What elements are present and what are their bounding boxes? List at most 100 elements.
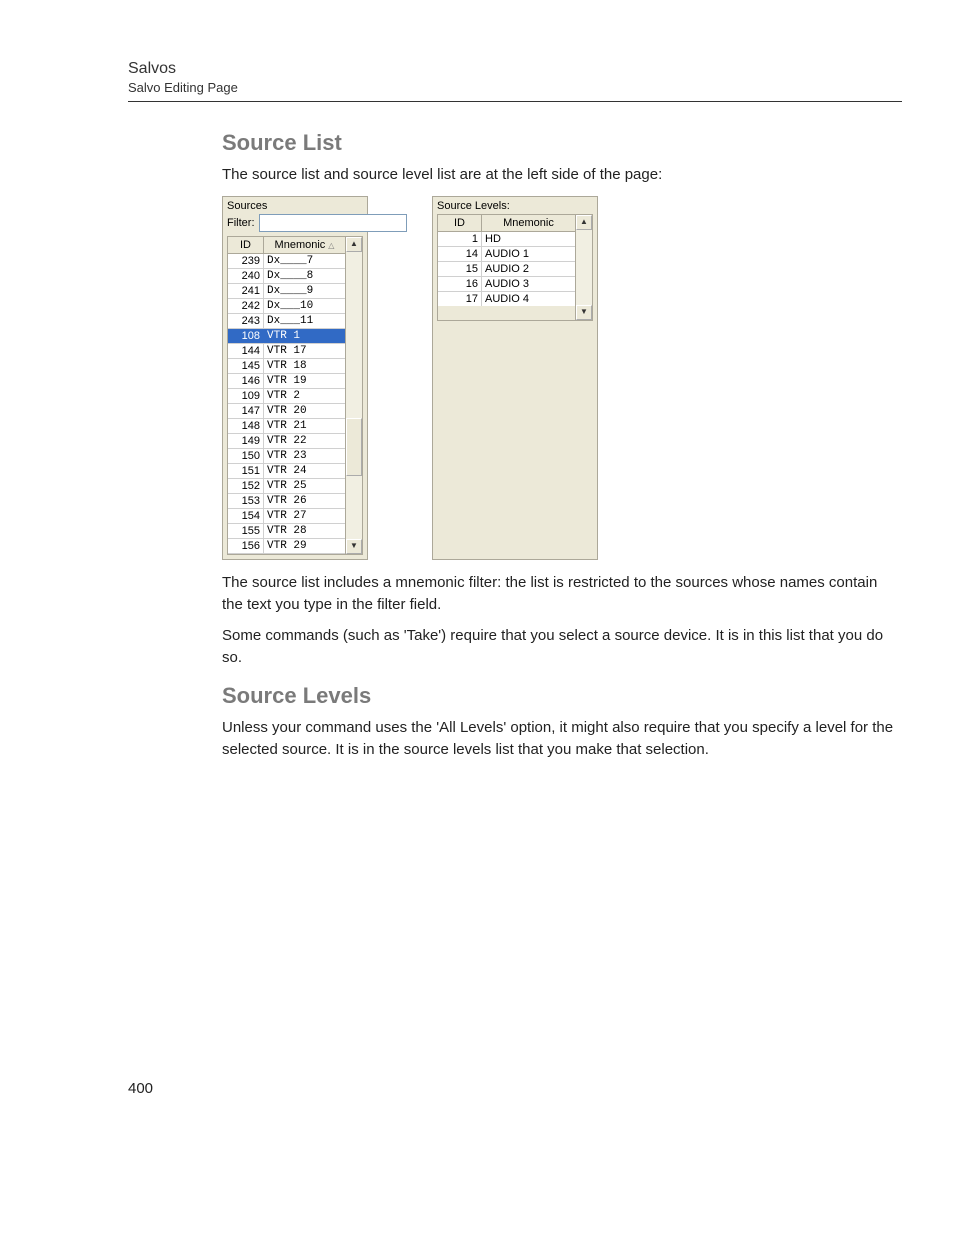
levels-col-mnemonic[interactable]: Mnemonic (482, 215, 575, 232)
table-row[interactable]: 154VTR 27 (228, 509, 345, 524)
table-row[interactable]: 152VTR 25 (228, 479, 345, 494)
table-row[interactable]: 242Dx___10 (228, 299, 345, 314)
levels-col-id[interactable]: ID (438, 215, 482, 232)
source-levels-panel: Source Levels: ID Mnemonic 1HD14AUDIO 11… (432, 196, 598, 560)
table-row[interactable]: 239Dx____7 (228, 254, 345, 269)
cell-id: 16 (438, 277, 482, 291)
cell-id: 243 (228, 314, 264, 328)
cell-mnemonic: VTR 20 (264, 404, 345, 418)
page-number: 400 (128, 1080, 902, 1097)
cell-mnemonic: Dx____7 (264, 254, 345, 268)
header-rule (128, 101, 902, 102)
table-row[interactable]: 17AUDIO 4 (438, 292, 575, 306)
cell-id: 154 (228, 509, 264, 523)
cell-mnemonic: VTR 27 (264, 509, 345, 523)
source-levels-panel-title: Source Levels: (433, 197, 597, 214)
cell-id: 156 (228, 539, 264, 553)
cell-id: 242 (228, 299, 264, 313)
filter-label: Filter: (227, 217, 255, 229)
scroll-up-icon[interactable]: ▲ (576, 215, 592, 230)
sources-panel: Sources Filter: ID Mnemonic△ 239Dx____72… (222, 196, 368, 560)
levels-scrollbar[interactable]: ▲ ▼ (576, 214, 593, 321)
cell-mnemonic: HD (482, 232, 575, 246)
cell-id: 152 (228, 479, 264, 493)
sources-col-mnemonic-label: Mnemonic (275, 239, 326, 251)
cell-id: 17 (438, 292, 482, 306)
sources-scrollbar[interactable]: ▲ ▼ (346, 236, 363, 555)
cell-id: 149 (228, 434, 264, 448)
source-list-intro: The source list and source level list ar… (222, 164, 902, 186)
table-row[interactable]: 155VTR 28 (228, 524, 345, 539)
cell-mnemonic: AUDIO 4 (482, 292, 575, 306)
scroll-down-icon[interactable]: ▼ (346, 539, 362, 554)
scroll-track[interactable] (576, 230, 592, 305)
cell-id: 151 (228, 464, 264, 478)
cell-id: 109 (228, 389, 264, 403)
table-row[interactable]: 1HD (438, 232, 575, 247)
cell-mnemonic: VTR 25 (264, 479, 345, 493)
table-row[interactable]: 109VTR 2 (228, 389, 345, 404)
cell-mnemonic: AUDIO 3 (482, 277, 575, 291)
cell-mnemonic: VTR 29 (264, 539, 345, 553)
sources-filter-input[interactable] (259, 214, 407, 232)
cell-mnemonic: VTR 18 (264, 359, 345, 373)
cell-id: 153 (228, 494, 264, 508)
cell-id: 15 (438, 262, 482, 276)
cell-id: 148 (228, 419, 264, 433)
cell-id: 241 (228, 284, 264, 298)
cell-id: 240 (228, 269, 264, 283)
sources-col-id[interactable]: ID (228, 237, 264, 254)
cell-id: 108 (228, 329, 264, 343)
cell-mnemonic: VTR 2 (264, 389, 345, 403)
cell-mnemonic: VTR 28 (264, 524, 345, 538)
table-row[interactable]: 147VTR 20 (228, 404, 345, 419)
cell-mnemonic: Dx____9 (264, 284, 345, 298)
cell-id: 146 (228, 374, 264, 388)
header-subtitle: Salvo Editing Page (128, 80, 902, 95)
source-levels-para1: Unless your command uses the 'All Levels… (222, 717, 902, 761)
cell-mnemonic: VTR 22 (264, 434, 345, 448)
table-row[interactable]: 148VTR 21 (228, 419, 345, 434)
source-list-para3: Some commands (such as 'Take') require t… (222, 625, 902, 669)
cell-id: 150 (228, 449, 264, 463)
section-heading-source-levels: Source Levels (222, 683, 902, 709)
scroll-down-icon[interactable]: ▼ (576, 305, 592, 320)
header-title: Salvos (128, 60, 902, 78)
table-row[interactable]: 146VTR 19 (228, 374, 345, 389)
cell-id: 155 (228, 524, 264, 538)
source-levels-grid[interactable]: ID Mnemonic 1HD14AUDIO 115AUDIO 216AUDIO… (437, 214, 576, 321)
table-row[interactable]: 144VTR 17 (228, 344, 345, 359)
table-row[interactable]: 243Dx___11 (228, 314, 345, 329)
table-row[interactable]: 151VTR 24 (228, 464, 345, 479)
table-row[interactable]: 240Dx____8 (228, 269, 345, 284)
table-row[interactable]: 145VTR 18 (228, 359, 345, 374)
cell-mnemonic: VTR 17 (264, 344, 345, 358)
sources-col-mnemonic[interactable]: Mnemonic△ (264, 237, 345, 254)
cell-id: 14 (438, 247, 482, 261)
cell-mnemonic: Dx___11 (264, 314, 345, 328)
table-row[interactable]: 153VTR 26 (228, 494, 345, 509)
table-row[interactable]: 15AUDIO 2 (438, 262, 575, 277)
table-row[interactable]: 241Dx____9 (228, 284, 345, 299)
cell-mnemonic: AUDIO 2 (482, 262, 575, 276)
sort-asc-icon: △ (328, 241, 334, 250)
cell-id: 144 (228, 344, 264, 358)
cell-mnemonic: VTR 24 (264, 464, 345, 478)
table-row[interactable]: 14AUDIO 1 (438, 247, 575, 262)
cell-mnemonic: Dx___10 (264, 299, 345, 313)
cell-mnemonic: VTR 26 (264, 494, 345, 508)
scroll-track[interactable] (346, 252, 362, 539)
section-heading-source-list: Source List (222, 130, 902, 156)
table-row[interactable]: 150VTR 23 (228, 449, 345, 464)
table-row[interactable]: 149VTR 22 (228, 434, 345, 449)
table-row[interactable]: 16AUDIO 3 (438, 277, 575, 292)
table-row[interactable]: 108VTR 1 (228, 329, 345, 344)
scroll-thumb[interactable] (346, 418, 362, 475)
sources-grid[interactable]: ID Mnemonic△ 239Dx____7240Dx____8241Dx__… (227, 236, 346, 555)
cell-mnemonic: VTR 23 (264, 449, 345, 463)
cell-id: 239 (228, 254, 264, 268)
sources-panel-title: Sources (223, 197, 367, 214)
scroll-up-icon[interactable]: ▲ (346, 237, 362, 252)
table-row[interactable]: 156VTR 29 (228, 539, 345, 554)
cell-mnemonic: VTR 1 (264, 329, 345, 343)
